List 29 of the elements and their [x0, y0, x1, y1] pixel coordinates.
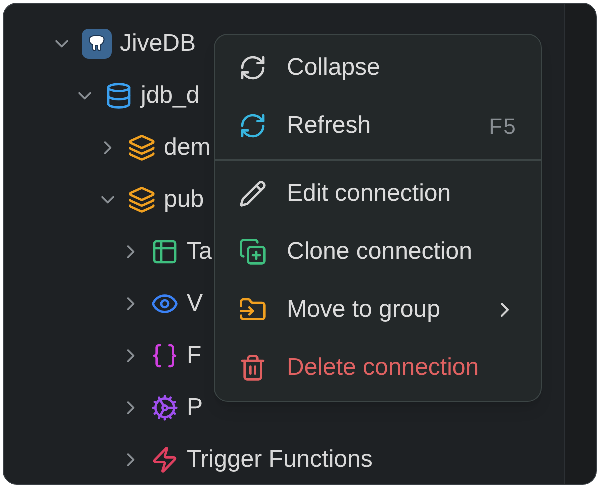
trash-icon [239, 354, 267, 382]
braces-icon [151, 342, 179, 370]
cycle-arrows-icon [239, 54, 267, 82]
menu-item[interactable]: Move to group [215, 281, 541, 339]
tree-item-label[interactable]: Ta [187, 234, 212, 270]
tree-item-label[interactable]: dem [164, 130, 211, 166]
menu-item[interactable]: Collapse [215, 39, 541, 97]
table-icon [151, 238, 179, 266]
tree-item-label[interactable]: V [187, 286, 204, 322]
pencil-icon [239, 180, 267, 208]
menu-item[interactable]: Delete connection [215, 339, 541, 397]
lightning-icon [151, 446, 179, 474]
copy-plus-icon [239, 238, 267, 266]
tree-item-label[interactable]: JiveDB [120, 26, 196, 62]
refresh-icon [239, 112, 267, 140]
tree-item-label[interactable]: F [187, 338, 202, 374]
gear-icon [151, 394, 179, 422]
menu-item[interactable]: Refresh F5 [215, 97, 541, 155]
tree-item-label[interactable]: P [187, 390, 204, 426]
layers-icon [128, 134, 156, 162]
tree-item-label[interactable]: Trigger Functions [187, 442, 373, 478]
database-icon [105, 82, 133, 110]
elephant-logo-icon [82, 29, 112, 59]
layers-icon [128, 186, 156, 214]
tree-item-label[interactable]: pub [164, 182, 204, 218]
menu-item[interactable]: Edit connection [215, 165, 541, 223]
tree-item-label[interactable]: jdb_d [141, 78, 200, 114]
shortcut-label: F5 [489, 112, 517, 140]
menu-item[interactable]: Clone connection [215, 223, 541, 281]
